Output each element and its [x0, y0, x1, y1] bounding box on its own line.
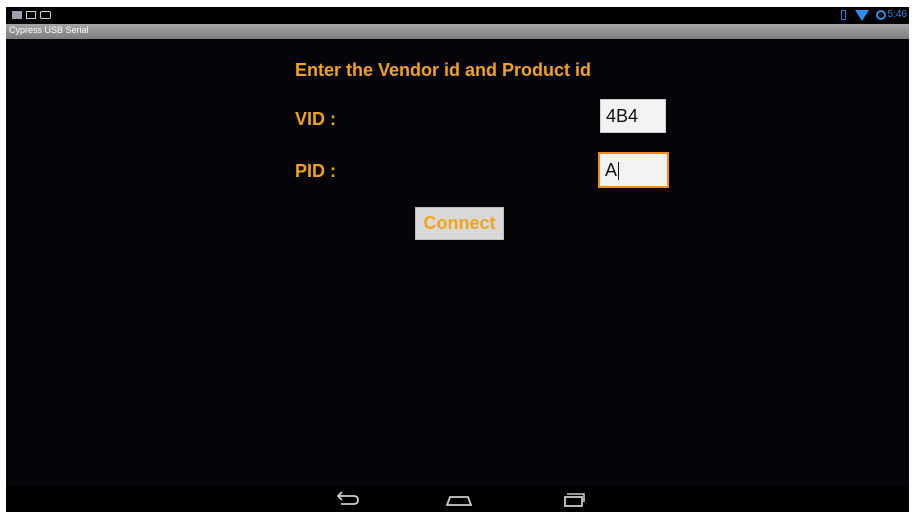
status-clock: 5:46 — [887, 9, 907, 20]
back-button[interactable] — [327, 489, 367, 509]
form-heading: Enter the Vendor id and Product id — [295, 60, 592, 80]
status-bar: 5:46 — [6, 7, 909, 24]
app-title: Cypress USB Serial — [9, 25, 89, 35]
screen-notification-icon — [26, 11, 36, 19]
vid-input[interactable]: 4B4 — [600, 99, 666, 133]
pid-input-value: A — [605, 160, 618, 180]
image-notification-icon — [12, 11, 22, 19]
battery-icon — [841, 10, 846, 20]
app-title-bar: Cypress USB Serial — [6, 24, 909, 39]
recents-icon — [564, 493, 585, 507]
navigation-bar — [6, 486, 909, 512]
pid-input[interactable]: A — [598, 152, 669, 188]
usb-notification-icon — [40, 11, 51, 19]
recents-button[interactable] — [553, 489, 593, 509]
pid-label: PID : — [295, 161, 337, 181]
device-screen: 5:46 Cypress USB Serial Enter the Vendor… — [6, 7, 909, 512]
connect-button[interactable]: Connect — [415, 207, 504, 240]
text-cursor — [618, 162, 620, 181]
home-button[interactable] — [439, 489, 479, 509]
home-icon — [445, 496, 473, 506]
vid-input-value: 4B4 — [606, 106, 639, 126]
wifi-icon — [855, 10, 869, 21]
vid-label: VID : — [295, 109, 337, 129]
back-icon — [336, 491, 359, 505]
alarm-icon — [876, 10, 886, 20]
